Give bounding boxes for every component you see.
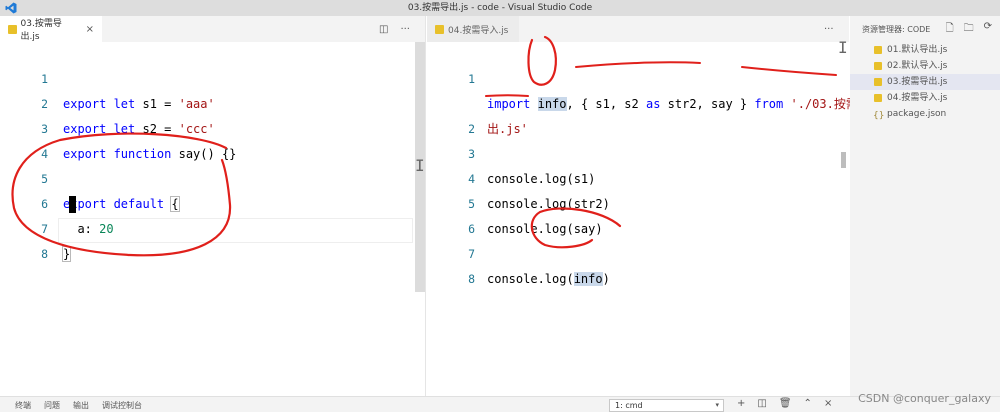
close-icon[interactable]: ×	[86, 24, 94, 35]
explorer-panel: 资源管理器: CODE 🗋 🗀 ⟳ 01.默认导出.js 02.默认导入.js …	[850, 16, 1000, 396]
code-line: 6 a: 20	[0, 167, 425, 236]
panel-bar: 终端 问题 输出 调试控制台 1: cmd ▾ + ◫ 🗑 ⌃ ×	[0, 396, 1000, 412]
file-item-04[interactable]: 04.按需导入.js	[850, 90, 1000, 106]
code-line: 3 console.log(s1)	[427, 117, 849, 186]
split-terminal-icon[interactable]: ◫	[757, 398, 766, 409]
code-line: 1 export let s1 = 'aaa'	[0, 42, 425, 111]
tab-label: 03.按需导出.js	[20, 19, 62, 42]
tab-04-import[interactable]: 04.按需导入.js	[427, 16, 519, 42]
explorer-actions: 🗋 🗀 ⟳	[946, 21, 992, 38]
new-file-icon[interactable]: 🗋	[946, 21, 954, 38]
code-line: 5 export default {	[0, 142, 425, 212]
js-file-icon	[8, 24, 17, 34]
code-line: 2	[427, 92, 849, 136]
editor-group-right[interactable]: 04.按需导入.js ··· 1 import info, { s1, s2 a…	[427, 16, 870, 396]
scrollbar-right[interactable]	[841, 152, 846, 168]
json-file-icon: {}	[873, 111, 885, 121]
watermark: CSDN @conquer_galaxy	[858, 392, 991, 405]
code-line: 8	[427, 242, 849, 286]
add-terminal-icon[interactable]: +	[737, 398, 745, 409]
panel-tab-debug-console[interactable]: 调试控制台	[102, 400, 142, 411]
code-line: 1 import info, { s1, s2 as str2, say } f…	[427, 42, 870, 111]
js-file-icon	[874, 62, 882, 70]
js-file-icon	[874, 78, 882, 86]
matching-bracket: }	[61, 246, 72, 262]
chevron-down-icon: ▾	[715, 401, 719, 409]
code-line: 7 console.log(info)	[427, 217, 849, 286]
code-line-wrapped: 出.js'	[487, 122, 528, 136]
ibeam-cursor-icon: I	[838, 38, 848, 57]
js-file-icon	[874, 46, 882, 54]
tab-bar-right: 04.按需导入.js ···	[427, 16, 849, 42]
close-panel-icon[interactable]: ×	[824, 398, 832, 409]
tab-bar-left: 03.按需导出.js × ◫ ···	[0, 16, 425, 42]
file-item-02[interactable]: 02.默认导入.js	[850, 58, 1000, 74]
panel-tab-problems[interactable]: 问题	[44, 400, 60, 411]
tab-label: 04.按需导入.js	[448, 25, 509, 36]
new-folder-icon[interactable]: 🗀	[964, 21, 974, 38]
title-bar: 03.按需导出.js - code - Visual Studio Code	[0, 0, 1000, 16]
code-line: 3 export function say() {}	[0, 92, 425, 161]
code-line: 4 console.log(str2)	[427, 142, 849, 211]
code-editor-right[interactable]: 1 import info, { s1, s2 as str2, say } f…	[427, 42, 870, 396]
maximize-panel-icon[interactable]: ⌃	[804, 398, 812, 409]
more-actions-icon[interactable]: ···	[400, 24, 410, 35]
editor-group-left[interactable]: 03.按需导出.js × ◫ ··· 1 export let s1 = 'aa…	[0, 16, 426, 396]
file-item-01[interactable]: 01.默认导出.js	[850, 42, 1000, 58]
refresh-icon[interactable]: ⟳	[984, 21, 992, 38]
code-line: 7 }	[0, 192, 425, 262]
js-file-icon	[435, 24, 444, 34]
line-number: 8	[468, 272, 475, 286]
code-line: 2 export let s2 = 'ccc'	[0, 67, 425, 136]
file-item-03[interactable]: 03.按需导出.js	[850, 74, 1000, 90]
tab-actions-left: ◫ ···	[379, 16, 410, 42]
code-line: 8	[0, 217, 425, 261]
panel-tab-terminal[interactable]: 终端	[15, 400, 31, 411]
tab-actions-right: ···	[824, 16, 834, 42]
explorer-header: 资源管理器: CODE	[862, 25, 931, 34]
code-line: 6	[427, 192, 849, 236]
terminal-select-value: 1: cmd	[615, 401, 643, 410]
panel-tab-output[interactable]: 输出	[73, 400, 89, 411]
split-editor-icon[interactable]: ◫	[379, 24, 388, 35]
selected-token: info	[573, 272, 603, 286]
tab-03-export[interactable]: 03.按需导出.js ×	[0, 16, 102, 42]
trash-icon[interactable]: 🗑	[779, 398, 792, 409]
window-title: 03.按需导出.js - code - Visual Studio Code	[407, 3, 593, 13]
text-cursor	[69, 196, 76, 213]
more-actions-icon[interactable]: ···	[824, 24, 834, 35]
terminal-select[interactable]: 1: cmd ▾	[609, 399, 724, 412]
panel-actions: + ◫ 🗑 ⌃ ×	[737, 398, 832, 409]
ibeam-cursor-icon: I	[415, 156, 425, 175]
js-file-icon	[874, 94, 882, 102]
code-editor-left[interactable]: 1 export let s1 = 'aaa' 2 export let s2 …	[0, 42, 425, 396]
line-number: 8	[41, 247, 48, 261]
file-item-package-json[interactable]: {} package.json	[850, 106, 1000, 122]
code-line: 5 console.log(say)	[427, 167, 849, 236]
code-line: 4	[0, 117, 425, 161]
